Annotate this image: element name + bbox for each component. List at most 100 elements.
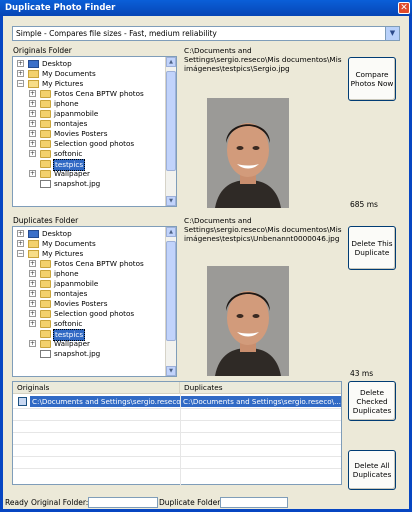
tree-node-desktop[interactable]: + Desktop xyxy=(13,59,163,69)
close-icon[interactable]: ✕ xyxy=(398,2,410,14)
status-text: Ready xyxy=(5,498,29,507)
folder-icon xyxy=(40,280,51,288)
column-header-originals[interactable]: Originals xyxy=(13,382,180,394)
originals-folder-tree[interactable]: ▲ ▼ + Desktop + My Documents − My Pictures + Fo… xyxy=(12,56,177,207)
expand-icon[interactable]: + xyxy=(29,260,36,267)
expand-icon[interactable]: + xyxy=(29,110,36,117)
originals-folder-label: Originals Folder xyxy=(13,46,72,55)
tree-node-testpics[interactable]: testpics xyxy=(13,329,163,341)
expand-icon[interactable]: + xyxy=(17,60,24,67)
tree-node-wallpaper[interactable]: + Wallpaper xyxy=(13,339,163,349)
tree-node-my-documents[interactable]: + My Documents xyxy=(13,239,163,249)
tree-node-snapshot-jpg[interactable]: snapshot.jpg xyxy=(13,349,163,359)
tree-node-selection-good-photos[interactable]: + Selection good photos xyxy=(13,139,163,149)
tree-node-fotos-cena-bptw-photos[interactable]: + Fotos Cena BPTW photos xyxy=(13,259,163,269)
results-table[interactable]: Originals Duplicates C:\Documents and Se… xyxy=(12,381,342,486)
tree-node-iphone[interactable]: + iphone xyxy=(13,269,163,279)
originals-tree-scrollbar[interactable]: ▲ ▼ xyxy=(165,57,176,206)
tree-node-my-pictures[interactable]: − My Pictures xyxy=(13,249,163,259)
scroll-down-icon[interactable]: ▼ xyxy=(166,366,176,376)
tree-node-label: montajes xyxy=(54,119,88,128)
status-bar: Ready Original Folder: Duplicate Folder: xyxy=(3,496,409,509)
duplicate-file-path: C:\Documents and Settings\sergio.reseco\… xyxy=(184,216,342,243)
tree-node-testpics[interactable]: testpics xyxy=(13,159,163,171)
collapse-icon[interactable]: − xyxy=(17,250,24,257)
tree-node-label: softonic xyxy=(54,149,83,158)
tree-node-snapshot-jpg[interactable]: snapshot.jpg xyxy=(13,179,163,189)
duplicate-load-time: 43 ms xyxy=(350,369,374,378)
comparison-mode-select[interactable]: Simple - Compares file sizes - Fast, med… xyxy=(12,26,400,41)
delete-this-duplicate-button[interactable]: Delete This Duplicate xyxy=(348,226,396,270)
folder-icon xyxy=(40,300,51,308)
folder-icon xyxy=(40,290,51,298)
expand-icon[interactable]: + xyxy=(17,70,24,77)
tree-node-montajes[interactable]: + montajes xyxy=(13,289,163,299)
tree-node-label: softonic xyxy=(54,319,83,328)
tree-node-movies-posters[interactable]: + Movies Posters xyxy=(13,299,163,309)
file-icon xyxy=(40,350,51,358)
expand-icon[interactable]: + xyxy=(29,170,36,177)
delete-checked-duplicates-button[interactable]: Delete Checked Duplicates xyxy=(348,381,396,421)
scroll-thumb[interactable] xyxy=(166,71,176,171)
grid-line xyxy=(13,408,341,409)
duplicate-folder-status-field xyxy=(220,497,288,508)
expand-icon[interactable]: + xyxy=(17,240,24,247)
expand-icon[interactable]: + xyxy=(29,150,36,157)
tree-node-softonic[interactable]: + softonic xyxy=(13,149,163,159)
expand-icon[interactable]: + xyxy=(29,270,36,277)
tree-node-label: iphone xyxy=(54,99,79,108)
row-original-path: C:\Documents and Settings\sergio.reseco\… xyxy=(30,396,180,407)
duplicates-folder-label: Duplicates Folder xyxy=(13,216,79,225)
collapse-icon[interactable]: − xyxy=(17,80,24,87)
tree-node-montajes[interactable]: + montajes xyxy=(13,119,163,129)
folder-icon xyxy=(40,150,51,158)
expand-icon[interactable]: + xyxy=(29,130,36,137)
expand-icon[interactable]: + xyxy=(29,140,36,147)
tree-node-wallpaper[interactable]: + Wallpaper xyxy=(13,169,163,179)
tree-node-japanmobile[interactable]: + japanmobile xyxy=(13,109,163,119)
expand-icon[interactable]: + xyxy=(29,120,36,127)
expand-icon[interactable]: + xyxy=(29,320,36,327)
column-header-duplicates[interactable]: Duplicates xyxy=(180,382,341,394)
table-row[interactable]: C:\Documents and Settings\sergio.reseco\… xyxy=(14,396,341,407)
tree-node-label: Selection good photos xyxy=(54,309,135,318)
tree-node-softonic[interactable]: + softonic xyxy=(13,319,163,329)
expand-icon[interactable]: + xyxy=(29,290,36,297)
expand-icon[interactable]: + xyxy=(29,280,36,287)
expand-icon[interactable]: + xyxy=(29,340,36,347)
duplicate-folder-status-label: Duplicate Folder: xyxy=(159,498,223,507)
tree-node-desktop[interactable]: + Desktop xyxy=(13,229,163,239)
chevron-down-icon[interactable]: ▼ xyxy=(385,27,399,40)
delete-all-duplicates-button[interactable]: Delete All Duplicates xyxy=(348,450,396,490)
tree-node-fotos-cena-bptw-photos[interactable]: + Fotos Cena BPTW photos xyxy=(13,89,163,99)
expand-icon[interactable]: + xyxy=(29,100,36,107)
duplicates-folder-tree[interactable]: ▲ ▼ + Desktop + My Documents − My Pictures + Fo… xyxy=(12,226,177,377)
tree-node-iphone[interactable]: + iphone xyxy=(13,99,163,109)
row-duplicate-path: C:\Documents and Settings\sergio.reseco\… xyxy=(181,396,341,407)
folder-icon xyxy=(40,340,51,348)
tree-node-selection-good-photos[interactable]: + Selection good photos xyxy=(13,309,163,319)
duplicates-tree-scrollbar[interactable]: ▲ ▼ xyxy=(165,227,176,376)
scroll-down-icon[interactable]: ▼ xyxy=(166,196,176,206)
tree-node-label: Fotos Cena BPTW photos xyxy=(54,259,144,268)
folder-icon xyxy=(40,160,51,168)
scroll-up-icon[interactable]: ▲ xyxy=(166,227,176,237)
scroll-thumb[interactable] xyxy=(166,241,176,341)
folder-icon xyxy=(40,140,51,148)
tree-node-japanmobile[interactable]: + japanmobile xyxy=(13,279,163,289)
expand-icon[interactable]: + xyxy=(17,230,24,237)
scroll-up-icon[interactable]: ▲ xyxy=(166,57,176,67)
expand-icon[interactable]: + xyxy=(29,300,36,307)
compare-photos-button[interactable]: Compare Photos Now xyxy=(348,57,396,101)
tree-node-label: Selection good photos xyxy=(54,139,135,148)
tree-node-label: Desktop xyxy=(42,229,72,238)
tree-node-my-documents[interactable]: + My Documents xyxy=(13,69,163,79)
row-checkbox[interactable] xyxy=(18,397,27,406)
tree-node-label: My Documents xyxy=(42,239,96,248)
tree-node-label: Fotos Cena BPTW photos xyxy=(54,89,144,98)
tree-node-movies-posters[interactable]: + Movies Posters xyxy=(13,129,163,139)
tree-node-my-pictures[interactable]: − My Pictures xyxy=(13,79,163,89)
expand-icon[interactable]: + xyxy=(29,310,36,317)
folder-icon xyxy=(40,330,51,338)
expand-icon[interactable]: + xyxy=(29,90,36,97)
